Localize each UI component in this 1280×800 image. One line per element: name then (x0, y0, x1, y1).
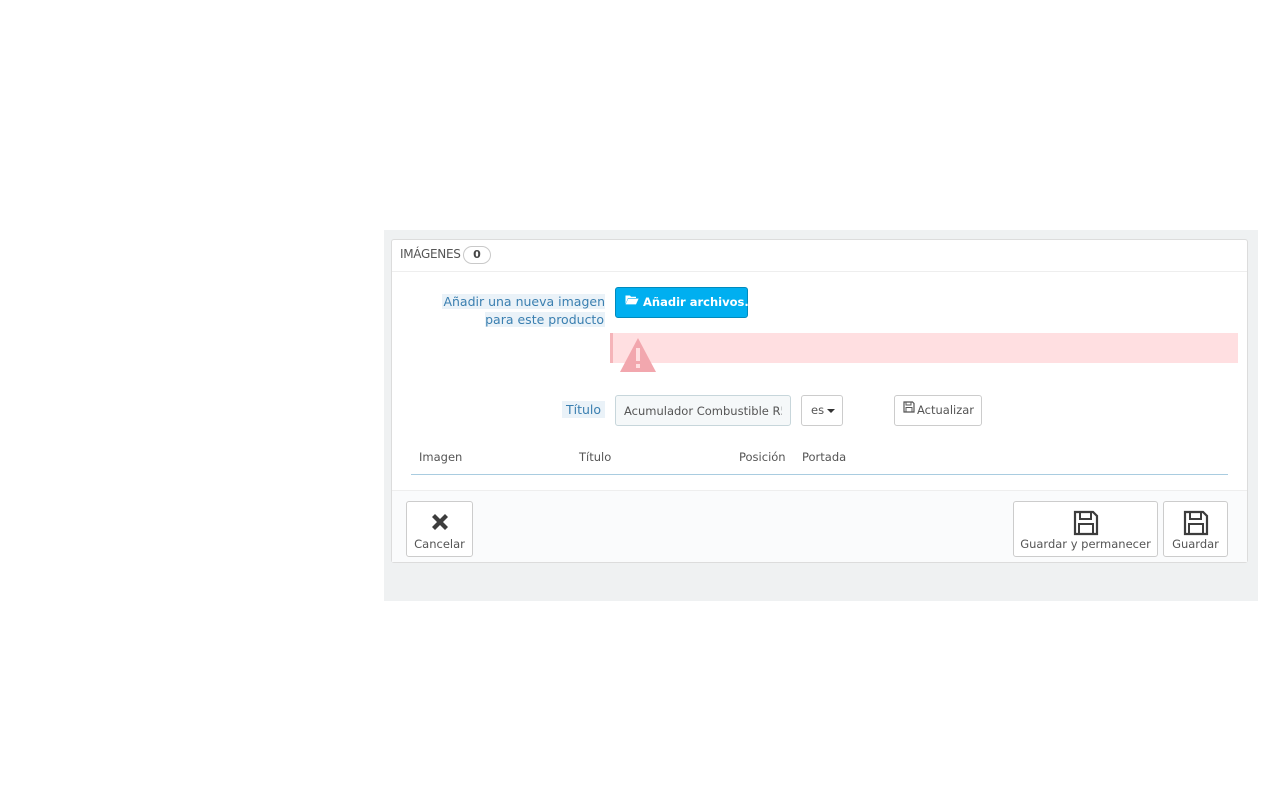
save-and-stay-button[interactable]: Guardar y permanecer (1013, 501, 1158, 557)
panel-heading: IMÁGENES 0 (392, 240, 1247, 272)
column-header-cover: Portada (802, 450, 847, 464)
add-image-label: Añadir una nueva imagen para este produc… (414, 293, 605, 329)
language-dropdown[interactable]: es (801, 395, 843, 426)
add-files-label: Añadir archivos... (643, 295, 758, 309)
column-header-image: Imagen (419, 450, 463, 464)
floppy-icon (903, 395, 915, 424)
cancel-button[interactable]: Cancelar (406, 501, 473, 557)
add-image-label-text: Añadir una nueva imagen para este produc… (442, 294, 605, 327)
images-table-header: Imagen Título Posición Portada (411, 449, 1228, 475)
save-icon (1073, 510, 1099, 539)
close-icon (428, 510, 452, 537)
update-button[interactable]: Actualizar (894, 395, 982, 426)
update-label: Actualizar (917, 403, 975, 417)
panel-title: IMÁGENES (400, 247, 461, 261)
language-value: es (811, 403, 825, 417)
folder-open-icon (625, 287, 639, 316)
title-label: Título (562, 401, 606, 418)
add-files-button[interactable]: Añadir archivos... (615, 287, 757, 318)
save-icon (1183, 510, 1209, 539)
cancel-label: Cancelar (414, 537, 465, 551)
warning-icon (619, 337, 657, 377)
caret-down-icon (827, 408, 836, 413)
image-count-badge: 0 (463, 246, 491, 264)
title-input[interactable] (615, 395, 791, 426)
save-and-stay-label: Guardar y permanecer (1020, 537, 1151, 551)
column-header-title: Título (579, 450, 612, 464)
save-button[interactable]: Guardar (1163, 501, 1228, 557)
column-header-position: Posición (739, 450, 786, 464)
save-label: Guardar (1172, 537, 1219, 551)
error-alert (610, 333, 1238, 363)
